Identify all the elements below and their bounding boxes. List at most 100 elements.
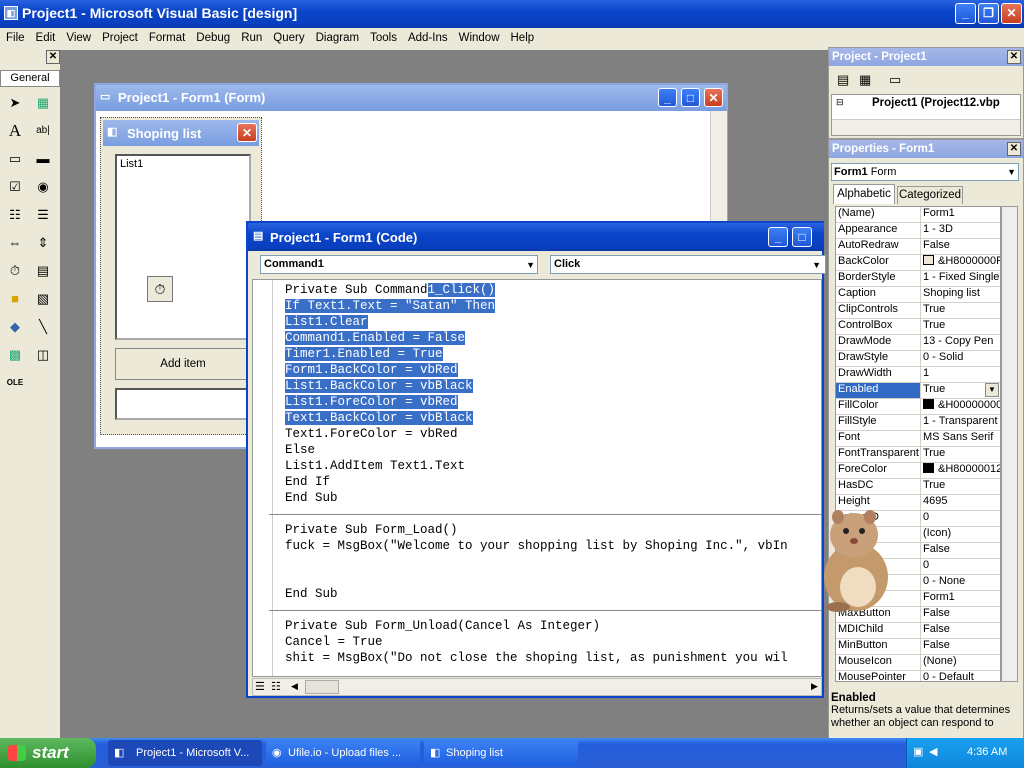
- list1-listbox[interactable]: List1: [115, 154, 251, 340]
- property-value[interactable]: Shoping list: [921, 287, 1000, 302]
- property-value[interactable]: False: [921, 543, 1000, 558]
- volume-icon[interactable]: ◀: [929, 745, 937, 758]
- frame-tool-icon[interactable]: ▭: [4, 148, 26, 170]
- picturebox-tool-icon[interactable]: ▦: [32, 92, 54, 114]
- menu-help[interactable]: Help: [505, 28, 540, 44]
- property-value[interactable]: 1 - 3D: [921, 223, 1000, 238]
- property-row[interactable]: Font MS Sans Serif: [836, 431, 1000, 447]
- property-row[interactable]: FontTransparent True: [836, 447, 1000, 463]
- property-value[interactable]: (Icon): [921, 527, 1000, 542]
- textbox-tool-icon[interactable]: ab|: [32, 120, 54, 142]
- hscroll-right-icon[interactable]: ▶: [811, 681, 818, 692]
- property-value[interactable]: Form1: [921, 207, 1000, 222]
- property-row[interactable]: DrawWidth 1: [836, 367, 1000, 383]
- tab-alphabetic[interactable]: Alphabetic: [833, 184, 895, 204]
- vscrollbar-tool-icon[interactable]: ⇕: [32, 232, 54, 254]
- property-value[interactable]: MS Sans Serif: [921, 431, 1000, 446]
- property-value[interactable]: True: [921, 447, 1000, 462]
- form-designer-title-bar[interactable]: ▭ Project1 - Form1 (Form) _ □ ✕: [96, 85, 726, 111]
- shape-tool-icon[interactable]: ◆: [4, 316, 26, 338]
- property-value[interactable]: True: [921, 303, 1000, 318]
- text1-textbox[interactable]: [115, 388, 251, 420]
- property-row[interactable]: HasDC True: [836, 479, 1000, 495]
- menu-tools[interactable]: Tools: [364, 28, 402, 44]
- menu-view[interactable]: View: [60, 28, 96, 44]
- dirlistbox-tool-icon[interactable]: ■: [4, 288, 26, 310]
- image-tool-icon[interactable]: ▩: [4, 344, 26, 366]
- hscrollbar-tool-icon[interactable]: ⇔: [4, 232, 26, 254]
- hscroll-left-icon[interactable]: ◀: [291, 681, 298, 692]
- property-value[interactable]: True: [921, 319, 1000, 334]
- property-row[interactable]: ClipControls True: [836, 303, 1000, 319]
- properties-panel-close-button[interactable]: ✕: [1007, 142, 1021, 156]
- property-value[interactable]: 4695: [921, 495, 1000, 510]
- form-designer-maximize-button[interactable]: □: [681, 88, 700, 107]
- property-row[interactable]: ForeColor &H80000012: [836, 463, 1000, 479]
- data-tool-icon[interactable]: ◫: [32, 344, 54, 366]
- menu-debug[interactable]: Debug: [190, 28, 235, 44]
- main-title-bar[interactable]: ◧ Project1 - Microsoft Visual Basic [des…: [0, 0, 1024, 28]
- property-value[interactable]: &H00000000: [921, 399, 1000, 414]
- form1-title-bar[interactable]: ◧ Shoping list ✕: [103, 120, 259, 146]
- property-row[interactable]: FillColor &H00000000: [836, 399, 1000, 415]
- close-button[interactable]: ✕: [1001, 3, 1022, 24]
- view-object-icon[interactable]: ▦: [859, 72, 871, 88]
- tree-collapse-icon[interactable]: ⊟: [836, 97, 844, 108]
- form-designer-close-button[interactable]: ✕: [704, 88, 723, 107]
- menu-diagram[interactable]: Diagram: [310, 28, 364, 44]
- property-value[interactable]: False: [921, 239, 1000, 254]
- form1-design-frame[interactable]: ◧ Shoping list ✕ List1 ⏱ Add item: [100, 117, 262, 435]
- menu-project[interactable]: Project: [96, 28, 143, 44]
- code-text-area[interactable]: Private Sub Command1_Click() If Text1.Tex…: [269, 282, 821, 676]
- toggle-folders-icon[interactable]: ▭: [889, 72, 901, 88]
- property-row[interactable]: MousePointer 0 - Default: [836, 671, 1000, 681]
- chevron-down-icon[interactable]: ▼: [985, 383, 999, 397]
- menu-edit[interactable]: Edit: [30, 28, 61, 44]
- property-value[interactable]: 0 - Default: [921, 671, 1000, 681]
- taskbar-item-browser[interactable]: ◉ Ufile.io - Upload files ...: [266, 740, 420, 766]
- property-value[interactable]: 1 - Transparent: [921, 415, 1000, 430]
- object-dropdown[interactable]: Command1 ▼: [260, 255, 538, 274]
- timer1-control-icon[interactable]: ⏱: [147, 276, 173, 302]
- network-icon[interactable]: ▣: [913, 745, 923, 758]
- menu-file[interactable]: File: [0, 28, 30, 44]
- property-row[interactable]: AutoRedraw False: [836, 239, 1000, 255]
- property-value[interactable]: True: [921, 479, 1000, 494]
- listbox-tool-icon[interactable]: ☰: [32, 204, 54, 226]
- property-row[interactable]: Appearance 1 - 3D: [836, 223, 1000, 239]
- ole-tool-icon[interactable]: OLE: [4, 372, 26, 394]
- restore-button[interactable]: ❐: [978, 3, 999, 24]
- property-row[interactable]: Caption Shoping list: [836, 287, 1000, 303]
- property-value[interactable]: Form1: [921, 591, 1000, 606]
- form1-close-button[interactable]: ✕: [237, 123, 257, 142]
- start-button[interactable]: start: [0, 738, 96, 768]
- menu-addins[interactable]: Add-Ins: [402, 28, 453, 44]
- pointer-tool-icon[interactable]: ➤: [4, 92, 26, 114]
- property-row[interactable]: DrawMode 13 - Copy Pen: [836, 335, 1000, 351]
- tab-categorized[interactable]: Categorized: [897, 186, 963, 204]
- property-value[interactable]: &H8000000F: [921, 255, 1000, 270]
- property-row[interactable]: (Name) Form1: [836, 207, 1000, 223]
- toolbox-close-button[interactable]: ✕: [46, 50, 60, 64]
- property-value[interactable]: 1 - Fixed Single: [921, 271, 1000, 286]
- property-value[interactable]: 0: [921, 559, 1000, 574]
- property-row[interactable]: FillStyle 1 - Transparent: [836, 415, 1000, 431]
- project-tree-item[interactable]: Project1 (Project12.vbp: [872, 97, 1000, 109]
- code-minimize-button[interactable]: _: [768, 227, 788, 247]
- property-row[interactable]: BackColor &H8000000F: [836, 255, 1000, 271]
- property-row[interactable]: MDIChild False: [836, 623, 1000, 639]
- taskbar-item-shoping-list[interactable]: ◧ Shoping list: [424, 740, 578, 766]
- property-row[interactable]: MouseIcon (None): [836, 655, 1000, 671]
- property-row[interactable]: Enabled True ▼: [836, 383, 1000, 399]
- property-row[interactable]: MinButton False: [836, 639, 1000, 655]
- procedure-dropdown[interactable]: Click ▼: [550, 255, 826, 274]
- property-value[interactable]: False: [921, 607, 1000, 622]
- property-row[interactable]: ControlBox True: [836, 319, 1000, 335]
- property-value[interactable]: (None): [921, 655, 1000, 670]
- view-code-icon[interactable]: ▤: [837, 72, 849, 88]
- minimize-button[interactable]: _: [955, 3, 976, 24]
- add-item-button[interactable]: Add item: [115, 348, 251, 380]
- project-panel-close-button[interactable]: ✕: [1007, 50, 1021, 64]
- combobox-tool-icon[interactable]: ☷: [4, 204, 26, 226]
- code-maximize-button[interactable]: □: [792, 227, 812, 247]
